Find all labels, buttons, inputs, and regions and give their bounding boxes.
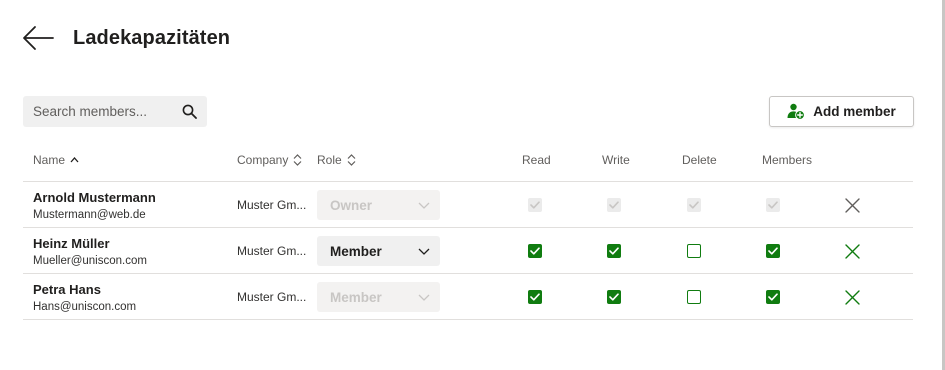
read-permission-checkbox bbox=[528, 198, 542, 212]
search-input[interactable] bbox=[33, 104, 181, 119]
members-permission-checkbox bbox=[766, 198, 780, 212]
column-label-delete: Delete bbox=[682, 153, 717, 167]
arrow-left-icon bbox=[23, 26, 54, 50]
role-value: Member bbox=[330, 243, 382, 259]
column-label-name: Name bbox=[33, 153, 66, 167]
sort-toggle-icon bbox=[293, 154, 302, 166]
read-permission-checkbox[interactable] bbox=[528, 290, 542, 304]
sort-toggle-icon bbox=[347, 154, 356, 166]
member-name: Arnold Mustermann bbox=[33, 190, 156, 205]
column-header-delete: Delete bbox=[682, 153, 717, 167]
table-row: Arnold Mustermann Mustermann@web.de Must… bbox=[23, 182, 913, 228]
remove-member-button[interactable] bbox=[842, 287, 862, 307]
page-title: Ladekapazitäten bbox=[73, 26, 231, 49]
delete-permission-checkbox[interactable] bbox=[687, 290, 701, 304]
table-row: Heinz Müller Mueller@uniscon.com Muster … bbox=[23, 228, 913, 274]
role-dropdown[interactable]: Member bbox=[317, 236, 440, 266]
delete-permission-checkbox[interactable] bbox=[687, 244, 701, 258]
chevron-down-icon bbox=[418, 248, 430, 255]
role-dropdown: Owner bbox=[317, 190, 440, 220]
member-name: Petra Hans bbox=[33, 282, 101, 297]
remove-member-button[interactable] bbox=[842, 241, 862, 261]
member-email: Mueller@uniscon.com bbox=[33, 255, 147, 267]
member-cell: Arnold Mustermann Mustermann@web.de bbox=[33, 190, 156, 221]
chevron-down-icon bbox=[418, 202, 430, 209]
member-email: Hans@uniscon.com bbox=[33, 301, 137, 313]
table-row: Petra Hans Hans@uniscon.com Muster Gm...… bbox=[23, 274, 913, 320]
chevron-down-icon bbox=[418, 294, 430, 301]
members-permission-checkbox[interactable] bbox=[766, 244, 780, 258]
column-header-name[interactable]: Name bbox=[33, 153, 79, 167]
close-icon bbox=[844, 243, 860, 259]
add-member-button[interactable]: Add member bbox=[769, 96, 914, 127]
column-header-write: Write bbox=[602, 153, 630, 167]
search-box bbox=[23, 96, 207, 127]
column-label-members: Members bbox=[762, 153, 813, 167]
column-header-company[interactable]: Company bbox=[237, 153, 302, 167]
back-button[interactable] bbox=[22, 24, 54, 52]
search-icon[interactable] bbox=[181, 104, 197, 120]
page-header: Ladekapazitäten bbox=[22, 22, 230, 54]
column-label-role: Role bbox=[317, 153, 342, 167]
role-value: Owner bbox=[330, 197, 373, 213]
read-permission-checkbox[interactable] bbox=[528, 244, 542, 258]
table-header: Name Company Role Read Write Delete Memb… bbox=[23, 142, 913, 182]
delete-permission-checkbox bbox=[687, 198, 701, 212]
role-dropdown: Member bbox=[317, 282, 440, 312]
sort-ascending-icon bbox=[70, 157, 79, 163]
remove-member-button bbox=[842, 195, 862, 215]
member-email: Mustermann@web.de bbox=[33, 209, 146, 221]
member-name: Heinz Müller bbox=[33, 236, 110, 251]
members-permission-checkbox[interactable] bbox=[766, 290, 780, 304]
close-icon bbox=[844, 197, 860, 213]
member-cell: Heinz Müller Mueller@uniscon.com bbox=[33, 236, 147, 267]
write-permission-checkbox bbox=[607, 198, 621, 212]
add-person-icon bbox=[787, 103, 806, 120]
column-header-role[interactable]: Role bbox=[317, 153, 356, 167]
column-header-members: Members bbox=[762, 153, 812, 167]
column-label-write: Write bbox=[602, 153, 630, 167]
column-label-company: Company bbox=[237, 153, 289, 167]
close-icon bbox=[844, 289, 860, 305]
write-permission-checkbox[interactable] bbox=[607, 290, 621, 304]
column-label-read: Read bbox=[522, 153, 551, 167]
role-value: Member bbox=[330, 289, 382, 305]
member-company: Muster Gm... bbox=[237, 290, 307, 304]
member-cell: Petra Hans Hans@uniscon.com bbox=[33, 282, 136, 313]
write-permission-checkbox[interactable] bbox=[607, 244, 621, 258]
member-company: Muster Gm... bbox=[237, 244, 307, 258]
add-member-label: Add member bbox=[813, 104, 896, 119]
member-company: Muster Gm... bbox=[237, 198, 307, 212]
column-header-read: Read bbox=[522, 153, 551, 167]
